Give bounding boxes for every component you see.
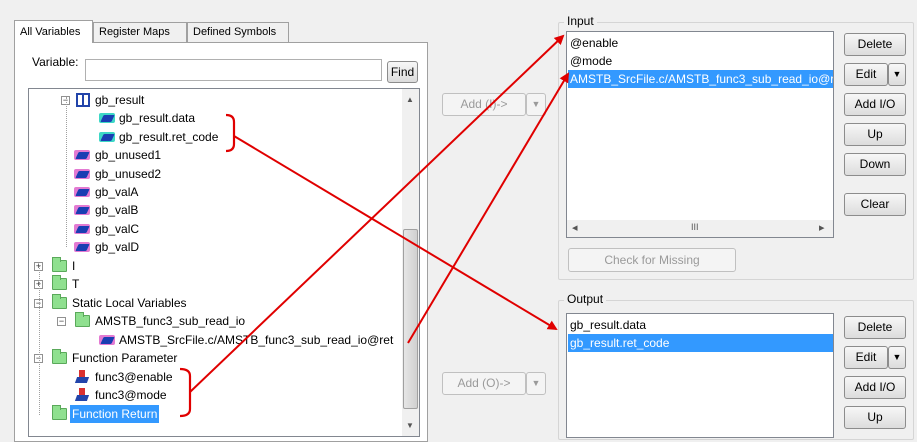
tree-item-func3-enable[interactable]: func3@enable: [29, 368, 409, 386]
tab-defined-symbols[interactable]: Defined Symbols: [187, 22, 289, 42]
tree-item-label: AMSTB_func3_sub_read_io: [95, 314, 246, 328]
tree-item-label: Function Parameter: [72, 351, 178, 365]
input-edit-dropdown[interactable]: ▼: [888, 63, 906, 86]
tree-item-label: gb_result: [95, 93, 145, 107]
output-delete-button[interactable]: Delete: [844, 316, 906, 339]
tree-item-t[interactable]: + T: [29, 275, 409, 293]
folder-icon: [52, 294, 67, 309]
tree-item-label: Static Local Variables: [72, 296, 187, 310]
tree-item-gb-result[interactable]: − gb_result: [29, 91, 409, 109]
scroll-left-icon[interactable]: ◂: [572, 221, 578, 234]
tree-item-label: func3@mode: [95, 388, 167, 402]
add-input-dropdown[interactable]: ▼: [526, 93, 546, 116]
tree-item-label: Function Return: [70, 405, 160, 423]
input-hscrollbar[interactable]: ◂ III ▸: [567, 220, 833, 237]
variable-label: Variable:: [32, 55, 79, 69]
tree-item-label: AMSTB_SrcFile.c/AMSTB_func3_sub_read_io@…: [119, 333, 394, 347]
collapse-icon[interactable]: −: [57, 317, 66, 326]
tree-item-label: gb_unused1: [95, 148, 162, 162]
tree-item-label: gb_result.ret_code: [119, 130, 219, 144]
find-button[interactable]: Find: [387, 61, 418, 83]
tree-item-label: gb_unused2: [95, 167, 162, 181]
tree-item-gb-result-ret-code[interactable]: gb_result.ret_code: [29, 128, 409, 146]
tree-item-gb-vald[interactable]: gb_valD: [29, 238, 409, 256]
folder-icon: [52, 405, 67, 420]
output-edit-dropdown[interactable]: ▼: [888, 346, 906, 369]
tree-item-gb-result-data[interactable]: gb_result.data: [29, 109, 409, 127]
tree-item-gb-unused2[interactable]: gb_unused2: [29, 165, 409, 183]
tree-item-gb-valc[interactable]: gb_valC: [29, 220, 409, 238]
check-for-missing-button[interactable]: Check for Missing: [568, 248, 736, 272]
scroll-thumb-grip-icon[interactable]: III: [691, 222, 699, 232]
variable-icon: [99, 113, 115, 123]
input-item-read-io-ret[interactable]: AMSTB_SrcFile.c/AMSTB_func3_sub_read_io@…: [568, 70, 833, 88]
input-list[interactable]: @enable @mode AMSTB_SrcFile.c/AMSTB_func…: [566, 31, 834, 238]
input-down-button[interactable]: Down: [844, 153, 906, 176]
tree-item-function-return[interactable]: Function Return: [29, 405, 409, 423]
parameter-icon: [74, 370, 90, 384]
variable-icon: [74, 205, 90, 215]
tree-scrollbar[interactable]: ▲ ▼: [402, 89, 419, 436]
variable-icon: [99, 335, 115, 345]
output-add-io-button[interactable]: Add I/O: [844, 376, 906, 399]
add-input-button[interactable]: Add (I)->: [442, 93, 526, 116]
input-edit-button[interactable]: Edit: [844, 63, 888, 86]
tree-connector: [66, 97, 67, 247]
scroll-right-icon[interactable]: ▸: [819, 221, 825, 234]
output-edit-button[interactable]: Edit: [844, 346, 888, 369]
input-group-title: Input: [564, 14, 597, 28]
tree-item-static-local-variables[interactable]: − Static Local Variables: [29, 294, 409, 312]
output-item-gb-result-data[interactable]: gb_result.data: [570, 316, 646, 334]
tree-item-read-io-ret[interactable]: AMSTB_SrcFile.c/AMSTB_func3_sub_read_io@…: [29, 331, 409, 349]
add-output-button[interactable]: Add (O)->: [442, 372, 526, 395]
input-item-mode[interactable]: @mode: [570, 52, 612, 70]
variable-icon: [74, 150, 90, 160]
tree-item-label: gb_result.data: [119, 111, 196, 125]
output-item-gb-result-ret-code[interactable]: gb_result.ret_code: [568, 334, 833, 352]
tree-item-gb-unused1[interactable]: gb_unused1: [29, 146, 409, 164]
tree-item-label: func3@enable: [95, 370, 173, 384]
input-add-io-button[interactable]: Add I/O: [844, 93, 906, 116]
tree-item-label: gb_valD: [95, 240, 140, 254]
tree-item-func3-mode[interactable]: func3@mode: [29, 386, 409, 404]
variable-icon: [74, 242, 90, 252]
variable-search-input[interactable]: [85, 59, 382, 81]
tree-item-label: gb_valB: [95, 203, 139, 217]
tree-item-i[interactable]: + I: [29, 257, 409, 275]
output-list[interactable]: gb_result.data gb_result.ret_code: [566, 313, 834, 438]
scroll-up-icon[interactable]: ▲: [406, 95, 414, 104]
tree-item-label: I: [72, 259, 76, 273]
input-up-button[interactable]: Up: [844, 123, 906, 146]
folder-icon: [75, 312, 90, 327]
input-clear-button[interactable]: Clear: [844, 193, 906, 216]
scroll-down-icon[interactable]: ▼: [406, 421, 414, 430]
variable-icon: [99, 132, 115, 142]
variable-icon: [74, 224, 90, 234]
scroll-thumb[interactable]: [403, 229, 418, 409]
variable-icon: [74, 187, 90, 197]
input-item-enable[interactable]: @enable: [570, 34, 618, 52]
struct-icon: [76, 93, 90, 107]
tree-connector: [39, 265, 40, 415]
folder-icon: [52, 349, 67, 364]
folder-icon: [52, 257, 67, 272]
tree-item-label: gb_valC: [95, 222, 140, 236]
variable-tree[interactable]: − gb_result gb_result.data gb_result.ret…: [28, 88, 420, 437]
tab-register-maps[interactable]: Register Maps: [93, 22, 187, 42]
variable-icon: [74, 169, 90, 179]
add-output-dropdown[interactable]: ▼: [526, 372, 546, 395]
input-delete-button[interactable]: Delete: [844, 33, 906, 56]
tree-item-function-parameter[interactable]: − Function Parameter: [29, 349, 409, 367]
parameter-icon: [74, 388, 90, 402]
tree-item-gb-valb[interactable]: gb_valB: [29, 201, 409, 219]
tree-item-label: T: [72, 277, 80, 291]
tab-all-variables[interactable]: All Variables: [14, 20, 93, 43]
output-up-button[interactable]: Up: [844, 406, 906, 429]
tree-item-label: gb_valA: [95, 185, 139, 199]
output-group-title: Output: [564, 292, 607, 306]
tree-item-amstb-func3-sub-read-io[interactable]: − AMSTB_func3_sub_read_io: [29, 312, 409, 330]
folder-icon: [52, 275, 67, 290]
tree-item-gb-vala[interactable]: gb_valA: [29, 183, 409, 201]
